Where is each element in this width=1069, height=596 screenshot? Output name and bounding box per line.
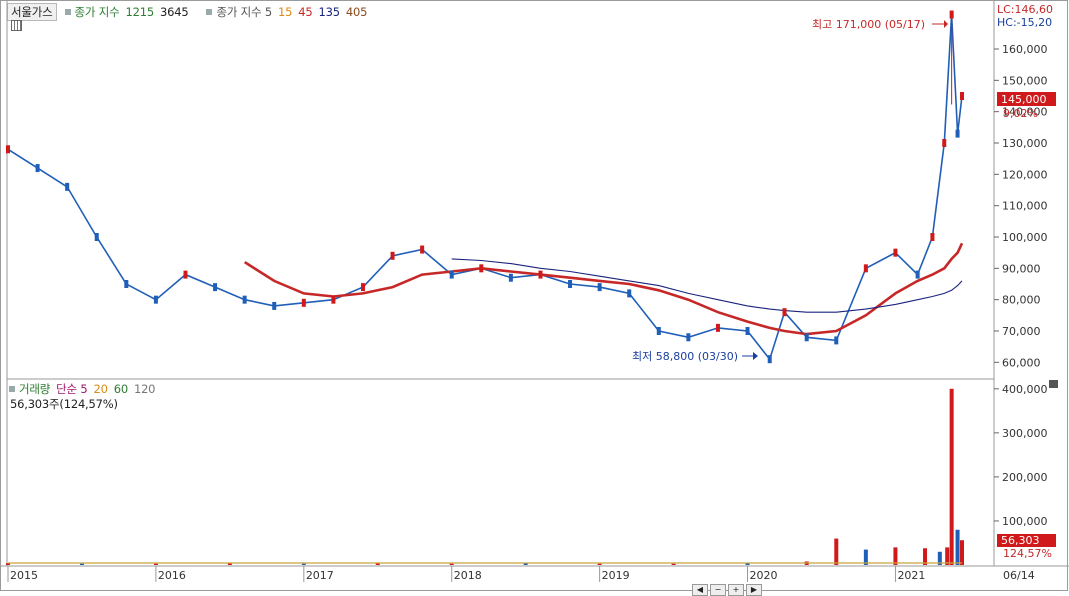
price-point: [331, 295, 336, 304]
volume-bar: [949, 388, 954, 565]
volume-layer: [6, 388, 964, 565]
price-point: [272, 301, 277, 310]
price-point: [960, 92, 964, 100]
xaxis-label: 2021: [897, 569, 925, 582]
price-ytick-label: 110,000: [1002, 200, 1048, 213]
price-point: [893, 248, 898, 257]
price-point: [508, 273, 513, 282]
pane-resize-icon[interactable]: [1049, 380, 1058, 388]
xaxis-label: 2019: [602, 569, 630, 582]
ma135-line: [451, 258, 963, 313]
price-ytick-label: 150,000: [1002, 74, 1048, 87]
price-point: [35, 164, 40, 173]
price-point: [767, 355, 772, 364]
price-point: [213, 283, 218, 292]
price-point: [955, 129, 960, 138]
volume-bar: [945, 547, 950, 565]
price-point: [538, 270, 543, 279]
hc-label: HC:-15,20: [997, 16, 1052, 29]
price-point: [479, 264, 484, 273]
volume-ytick-label: 300,000: [1002, 427, 1048, 440]
scroll-right-icon[interactable]: ▶: [746, 584, 762, 596]
price-point: [360, 283, 365, 292]
price-pane: [6, 0, 995, 380]
price-point: [153, 295, 158, 304]
volume-pane: [6, 378, 995, 567]
price-point: [94, 233, 99, 241]
volume-bar: [79, 563, 84, 565]
price-ytick-label: 160,000: [1002, 43, 1048, 56]
xaxis-label: 2016: [158, 569, 186, 582]
price-point: [930, 233, 935, 241]
price-badge-text: 145,000: [1001, 93, 1047, 106]
volume-badge-pct: 124,57%: [1003, 547, 1052, 560]
price-point: [242, 295, 247, 304]
volume-bar: [834, 538, 839, 565]
price-point: [420, 245, 425, 254]
price-ytick-label: 60,000: [1002, 356, 1041, 369]
price-point: [782, 308, 787, 317]
high-annotation: 최고 171,000 (05/17): [812, 18, 925, 31]
change-pct-text: 9,02%: [1003, 107, 1038, 120]
xaxis-label: 2020: [750, 569, 778, 582]
volume-bar: [301, 563, 306, 565]
volume-bar: [960, 540, 964, 565]
price-point: [301, 298, 306, 307]
price-point: [915, 270, 920, 279]
volume-bar: [671, 563, 676, 565]
volume-badge-text: 56,303: [1001, 534, 1040, 547]
price-ytick-label: 130,000: [1002, 137, 1048, 150]
price-point: [568, 280, 573, 288]
axis-layer: 60,000 70,000 80,000 90,000 100,000 110,000 12…: [7, 43, 1048, 582]
price-layer: [6, 10, 964, 364]
price-ytick-label: 90,000: [1002, 262, 1041, 275]
high-arrow-head: [944, 20, 948, 28]
xaxis-label: 2017: [306, 569, 334, 582]
price-point: [183, 270, 188, 279]
price-point: [597, 283, 602, 292]
volume-bar: [955, 529, 960, 565]
price-point: [942, 139, 947, 147]
price-point: [686, 333, 691, 342]
price-ytick-label: 70,000: [1002, 325, 1041, 338]
zoom-out-icon[interactable]: −: [710, 584, 726, 596]
low-annotation: 최저 58,800 (03/30): [632, 350, 738, 363]
price-ytick-label: 80,000: [1002, 294, 1041, 307]
low-arrow-head: [753, 352, 758, 360]
xaxis-label: 2015: [10, 569, 38, 582]
volume-bar: [597, 563, 602, 565]
volume-ytick-label: 100,000: [1002, 515, 1048, 528]
volume-bar: [893, 547, 898, 565]
volume-bar: [449, 563, 454, 565]
price-point: [390, 251, 395, 260]
price-ytick-label: 100,000: [1002, 231, 1048, 244]
price-point: [124, 280, 129, 288]
stock-chart-svg[interactable]: 60,000 70,000 80,000 90,000 100,000 110,000 12…: [0, 0, 1069, 592]
price-close-line: [7, 14, 963, 361]
scroll-controls: ◀ − + ▶: [692, 584, 764, 596]
price-point: [863, 264, 868, 273]
volume-bar: [153, 563, 158, 565]
price-point: [834, 336, 839, 345]
price-point: [715, 323, 720, 332]
price-point: [449, 270, 454, 279]
xaxis-label-date: 06/14: [1003, 569, 1035, 582]
volume-ytick-label: 200,000: [1002, 471, 1048, 484]
price-point: [656, 327, 661, 335]
price-point: [6, 145, 10, 154]
xaxis-label: 2018: [454, 569, 482, 582]
lc-label: LC:146,60: [997, 3, 1053, 16]
zoom-in-icon[interactable]: +: [728, 584, 744, 596]
volume-ytick-label: 400,000: [1002, 383, 1048, 396]
price-ytick-label: 120,000: [1002, 168, 1048, 181]
price-point: [804, 333, 809, 342]
price-point: [627, 289, 632, 298]
scroll-left-icon[interactable]: ◀: [692, 584, 708, 596]
price-point: [65, 182, 70, 191]
price-point: [745, 327, 750, 335]
